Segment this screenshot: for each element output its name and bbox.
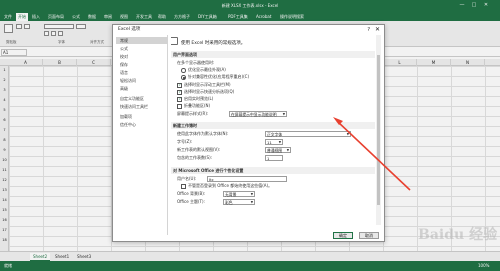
nav-advanced[interactable]: 高级 bbox=[116, 85, 168, 92]
cancel-button[interactable]: 取消 bbox=[359, 232, 379, 239]
default-font-value: 正文字体 bbox=[267, 132, 283, 137]
nav-save[interactable]: 保存 bbox=[116, 61, 168, 68]
default-view-label: 新工作表的默认视图(V): bbox=[177, 147, 221, 152]
checkbox-collapse-ribbon-label: 折叠功能区(N) bbox=[184, 103, 211, 108]
default-view-value: 普通视图 bbox=[267, 148, 283, 153]
nav-quick-access[interactable]: 快速访问工具栏 bbox=[116, 103, 168, 110]
watermark: Baidu 经验 bbox=[418, 227, 498, 243]
options-icon bbox=[171, 37, 178, 45]
checkbox-live-preview-label: 启用实时预览(L) bbox=[184, 96, 214, 101]
section-personalize: 对 Microsoft Office 进行个性化设置 bbox=[171, 167, 375, 174]
checkbox-quick-analysis[interactable] bbox=[177, 89, 182, 95]
font-size-label: 字号(Z): bbox=[177, 139, 193, 144]
checkbox-always-use-label: 不管是否登录到 Office 都始终使用这些值(A)。 bbox=[188, 183, 273, 188]
default-font-label: 使用此字体作为默认字体(N): bbox=[177, 131, 229, 136]
ok-button[interactable]: 确定 bbox=[333, 232, 353, 239]
tooltip-style-label: 屏幕提示样式(R): bbox=[177, 111, 209, 116]
username-input[interactable]: Itc bbox=[207, 176, 287, 182]
scrollbar-thumb[interactable] bbox=[377, 55, 380, 205]
chevron-down-icon: ▼ bbox=[278, 140, 281, 144]
nav-customize-ribbon[interactable]: 自定义功能区 bbox=[116, 95, 168, 102]
nav-accessibility[interactable]: 轻松访问 bbox=[116, 77, 168, 84]
multi-display-label: 在多个显示器使用时: bbox=[177, 60, 215, 65]
dialog-title: Excel 选项 bbox=[118, 27, 141, 32]
font-size-value: 11 bbox=[267, 140, 272, 145]
radio-best-appearance-label: 优化显示最佳外观(A) bbox=[188, 67, 226, 72]
checkbox-live-preview[interactable] bbox=[177, 96, 182, 102]
office-background-value: 无背景 bbox=[225, 192, 237, 197]
radio-compatibility-label: 针对兼容性优化(应用程序重启)(C) bbox=[188, 74, 250, 79]
nav-language[interactable]: 语言 bbox=[116, 69, 168, 76]
default-font-select[interactable]: 正文字体 ▼ bbox=[265, 131, 351, 137]
checkbox-mini-toolbar[interactable] bbox=[177, 82, 182, 88]
tooltip-style-value: 在屏幕提示中显示功能说明 bbox=[231, 112, 277, 117]
sheet-count-input[interactable]: 1 bbox=[265, 155, 283, 161]
nav-general[interactable]: 常规 bbox=[116, 37, 168, 44]
office-background-select[interactable]: 无背景 ▼ bbox=[223, 191, 255, 197]
office-theme-select[interactable]: 彩色 ▼ bbox=[223, 199, 255, 205]
help-icon[interactable]: ? bbox=[367, 26, 370, 34]
nav-addins[interactable]: 加载项 bbox=[116, 113, 168, 120]
nav-proofing[interactable]: 校对 bbox=[116, 53, 168, 60]
radio-best-appearance[interactable] bbox=[181, 68, 186, 73]
font-size-select[interactable]: 11 ▼ bbox=[265, 139, 283, 145]
tooltip-style-select[interactable]: 在屏幕提示中显示功能说明 ▼ bbox=[229, 111, 287, 117]
office-background-label: Office 背景(B): bbox=[177, 191, 206, 196]
options-nav: 常规 公式 校对 保存 语言 轻松访问 高级 自定义功能区 快速访问工具栏 加载… bbox=[116, 35, 168, 235]
nav-formulas[interactable]: 公式 bbox=[116, 45, 168, 52]
options-scrollbar[interactable] bbox=[376, 35, 381, 225]
checkbox-collapse-ribbon[interactable] bbox=[177, 104, 182, 109]
radio-compatibility[interactable] bbox=[181, 75, 186, 80]
username-label: 用户名(U): bbox=[177, 176, 197, 181]
office-theme-value: 彩色 bbox=[225, 200, 233, 205]
chevron-down-icon: ▼ bbox=[286, 148, 289, 152]
checkbox-quick-analysis-label: 选择时显示快速分析选项(Q) bbox=[184, 89, 235, 94]
section-new-workbook: 新建工作簿时 bbox=[171, 122, 375, 129]
office-theme-label: Office 主题(T): bbox=[177, 199, 205, 204]
dialog-close-button[interactable]: ✕ bbox=[375, 26, 380, 34]
lead-text: 使用 Excel 时采用的常规选项。 bbox=[181, 41, 246, 46]
chevron-down-icon: ▼ bbox=[250, 200, 253, 204]
chevron-down-icon: ▼ bbox=[250, 192, 253, 196]
excel-options-dialog: Excel 选项 ? ✕ 常规 公式 校对 保存 语言 轻松访问 高级 自定义功… bbox=[112, 24, 385, 242]
checkbox-always-use[interactable] bbox=[181, 184, 186, 189]
chevron-down-icon: ▼ bbox=[282, 112, 285, 116]
default-view-select[interactable]: 普通视图 ▼ bbox=[265, 147, 291, 153]
options-body: 使用 Excel 时采用的常规选项。 用户界面选项 在多个显示器使用时: 优化显… bbox=[171, 35, 375, 225]
nav-trust-center[interactable]: 信任中心 bbox=[116, 121, 168, 128]
chevron-down-icon: ▼ bbox=[346, 132, 349, 136]
sheet-count-label: 包含的工作表数(S): bbox=[177, 155, 213, 160]
checkbox-mini-toolbar-label: 选择时显示浮动工具栏(M) bbox=[184, 82, 231, 87]
section-ui: 用户界面选项 bbox=[171, 51, 375, 58]
